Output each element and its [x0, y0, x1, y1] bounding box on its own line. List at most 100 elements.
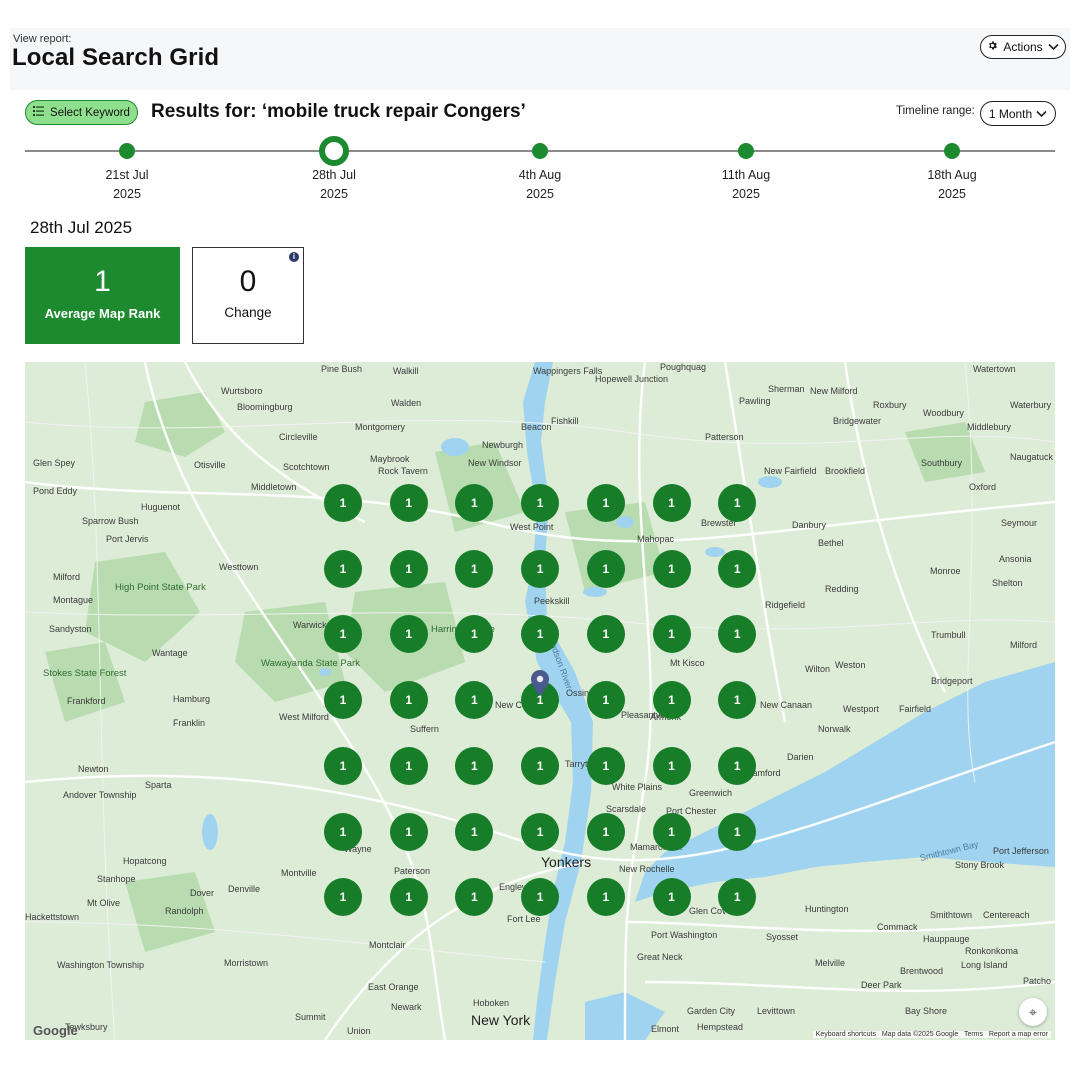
map-place-label: Smithtown [930, 910, 973, 920]
map-place-label: Naugatuck [1010, 452, 1054, 462]
report-error-link[interactable]: Report a map error [989, 1031, 1048, 1038]
grid-rank-marker[interactable]: 1 [586, 746, 625, 785]
map-place-label: Ridgefield [765, 600, 806, 610]
map-place-label: Hauppauge [923, 934, 970, 944]
timeline-date-label[interactable]: 11th Aug 2025 [696, 166, 796, 204]
grid-rank-marker[interactable]: 1 [652, 484, 691, 522]
grid-rank-marker[interactable]: 1 [521, 549, 560, 588]
keyboard-shortcuts-link[interactable]: Keyboard shortcuts [816, 1031, 876, 1038]
timeline-range-select[interactable]: 1 Month [980, 101, 1056, 126]
grid-rank-marker[interactable]: 1 [389, 878, 428, 917]
grid-rank-marker[interactable]: 1 [586, 812, 625, 851]
select-keyword-label: Select Keyword [50, 106, 130, 119]
grid-rank-marker[interactable]: 1 [718, 549, 757, 588]
grid-rank-marker[interactable]: 1 [586, 878, 625, 917]
grid-rank-marker[interactable]: 1 [652, 549, 691, 588]
grid-rank-marker[interactable]: 1 [718, 746, 757, 785]
chevron-down-icon [1048, 40, 1059, 54]
grid-rank-marker[interactable]: 1 [389, 615, 428, 654]
change-label: Change [224, 305, 272, 320]
timeline-point[interactable] [944, 143, 960, 159]
select-keyword-button[interactable]: Select Keyword [25, 100, 138, 125]
timeline-date-label[interactable]: 21st Jul 2025 [77, 166, 177, 204]
map-place-label: Scarsdale [606, 804, 647, 814]
map-place-label: Huntington [805, 904, 849, 914]
timeline-point[interactable] [738, 143, 754, 159]
map-place-label: Westport [843, 704, 879, 714]
timeline-point[interactable] [532, 143, 548, 159]
grid-rank-marker[interactable]: 1 [718, 812, 757, 851]
page-title: Local Search Grid [12, 44, 220, 71]
grid-rank-marker[interactable]: 1 [455, 812, 494, 851]
grid-rank-marker[interactable]: 1 [586, 615, 625, 654]
map-place-label: Commack [877, 922, 918, 932]
map-place-label: Stony Brook [955, 860, 1005, 870]
map-place-label: Wantage [152, 648, 188, 658]
timeline-date-label[interactable]: 18th Aug 2025 [902, 166, 1002, 204]
grid-rank-marker[interactable]: 1 [521, 746, 560, 785]
grid-rank-marker[interactable]: 1 [652, 746, 691, 785]
timeline-range-value: 1 Month [988, 106, 1033, 121]
grid-rank-marker[interactable]: 1 [652, 681, 691, 720]
timeline-point[interactable] [319, 136, 349, 166]
average-rank-value: 1 [94, 265, 111, 298]
map-place-label: Ansonia [999, 554, 1032, 564]
map-place-label: Port Washington [651, 930, 718, 940]
timeline-date-label[interactable]: 28th Jul 2025 [284, 166, 384, 204]
map-place-label: Stanhope [97, 874, 136, 884]
grid-rank-marker[interactable]: 1 [389, 484, 428, 522]
grid-rank-marker[interactable]: 1 [586, 484, 625, 522]
grid-rank-marker[interactable]: 1 [324, 549, 362, 588]
timeline-date-label[interactable]: 4th Aug 2025 [490, 166, 590, 204]
map-place-label: Levittown [757, 1006, 796, 1016]
grid-rank-marker[interactable]: 1 [324, 484, 362, 522]
grid-rank-marker[interactable]: 1 [586, 681, 625, 720]
grid-rank-marker[interactable]: 1 [324, 681, 362, 720]
timeline-year: 2025 [938, 187, 966, 201]
grid-rank-marker[interactable]: 1 [324, 746, 362, 785]
timeline-point[interactable] [119, 143, 135, 159]
grid-rank-marker[interactable]: 1 [389, 549, 428, 588]
map-place-label: Port Jervis [106, 534, 149, 544]
grid-rank-marker[interactable]: 1 [455, 549, 494, 588]
grid-rank-marker[interactable]: 1 [586, 549, 625, 588]
map-place-label: Oxford [969, 482, 997, 492]
map-place-label: New Rochelle [619, 864, 675, 874]
map-place-label: Ronkonkoma [965, 946, 1019, 956]
recenter-icon[interactable]: ⌖ [1019, 998, 1047, 1026]
grid-rank-marker[interactable]: 1 [389, 746, 428, 785]
map-place-label: Melville [815, 958, 846, 968]
grid-rank-marker[interactable]: 1 [521, 812, 560, 851]
grid-rank-marker[interactable]: 1 [521, 484, 560, 522]
grid-rank-marker[interactable]: 1 [324, 878, 362, 917]
map-place-label: Hopatcong [123, 856, 167, 866]
grid-rank-marker[interactable]: 1 [652, 615, 691, 654]
actions-label: Actions [1003, 40, 1043, 54]
map-place-label: Peekskill [534, 596, 570, 606]
map-place-label: Denville [228, 884, 261, 894]
map-place-label: New Windsor [468, 458, 522, 468]
map-place-label: Morristown [224, 958, 269, 968]
map-place-label: Randolph [165, 906, 204, 916]
grid-rank-marker[interactable]: 1 [652, 878, 691, 917]
map-place-label: Beacon [521, 422, 552, 432]
map-place-label: Hackettstown [25, 912, 80, 922]
grid-rank-marker[interactable]: 1 [324, 812, 362, 851]
terms-link[interactable]: Terms [964, 1031, 983, 1038]
grid-rank-marker[interactable]: 1 [652, 812, 691, 851]
map-place-label: Bay Shore [905, 1006, 948, 1016]
grid-rank-marker[interactable]: 1 [389, 812, 428, 851]
map-place-label: Washington Township [57, 960, 145, 970]
map[interactable]: Pine Bush Walkill Wappingers Falls Hopewell… [25, 362, 1055, 1040]
map-place-label: New Canaan [760, 700, 813, 710]
actions-button[interactable]: Actions [980, 35, 1066, 59]
map-place-label: Long Island [961, 960, 1008, 970]
map-place-label: Montclair [369, 940, 406, 950]
grid-rank-marker[interactable]: 1 [455, 746, 494, 785]
map-place-label: Yonkers [541, 854, 592, 870]
grid-rank-marker[interactable]: 1 [718, 484, 757, 522]
info-icon[interactable]: i [289, 252, 299, 262]
map-place-label: Waterbury [1010, 400, 1052, 410]
map-place-label: Hamburg [173, 694, 211, 704]
grid-rank-marker[interactable]: 1 [389, 681, 428, 720]
